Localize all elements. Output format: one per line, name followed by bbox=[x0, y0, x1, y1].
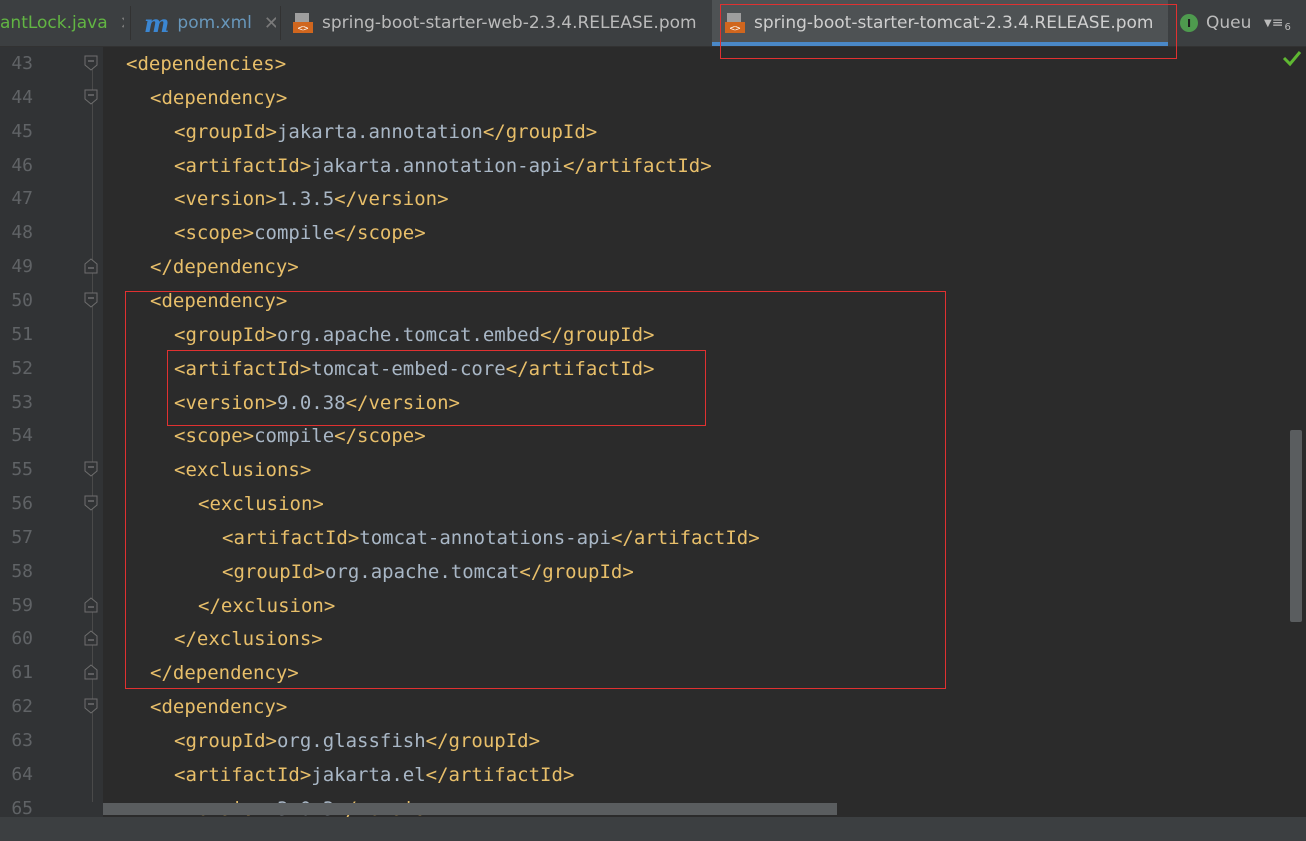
line-number: 61 bbox=[11, 662, 33, 683]
fold-open-icon[interactable] bbox=[84, 89, 98, 105]
code-text: <dependency> bbox=[150, 81, 287, 115]
xml-value: 1.3.5 bbox=[276, 188, 335, 210]
more-tabs-dropdown[interactable]: ▼ ≡ 6 bbox=[1264, 0, 1306, 46]
editor-bottom-strip bbox=[0, 817, 1306, 841]
code-line[interactable]: 63 <groupId>org.glassfish</groupId> bbox=[0, 724, 1306, 758]
tab-label: pom.xml bbox=[177, 13, 252, 33]
line-number: 58 bbox=[11, 561, 33, 582]
close-icon[interactable]: ✕ bbox=[120, 13, 124, 34]
code-line[interactable]: 48 <scope>compile</scope> bbox=[0, 216, 1306, 250]
fold-open-icon[interactable] bbox=[84, 698, 98, 714]
xml-tag: <artifactId> bbox=[174, 155, 312, 177]
xml-value: jakarta.el bbox=[311, 764, 426, 786]
line-number: 62 bbox=[11, 696, 33, 717]
line-number: 52 bbox=[11, 358, 33, 379]
code-text: <artifactId>jakarta.el</artifactId> bbox=[174, 758, 574, 792]
code-line[interactable]: 44 <dependency> bbox=[0, 81, 1306, 115]
vertical-scrollbar-thumb[interactable] bbox=[1290, 430, 1302, 622]
code-text: <artifactId>jakarta.annotation-api</arti… bbox=[174, 149, 712, 183]
line-number: 43 bbox=[11, 53, 33, 74]
code-line[interactable]: 43 <dependencies> bbox=[0, 47, 1306, 81]
line-number: 55 bbox=[11, 459, 33, 480]
fold-open-icon[interactable] bbox=[84, 55, 98, 71]
interface-icon: I bbox=[1180, 14, 1198, 32]
xml-tag: <dependency> bbox=[150, 696, 288, 718]
code-text: <groupId>jakarta.annotation</groupId> bbox=[174, 115, 597, 149]
xml-tag: <dependency> bbox=[150, 87, 288, 109]
code-line[interactable]: 47 <version>1.3.5</version> bbox=[0, 182, 1306, 216]
checkmark-icon bbox=[1282, 51, 1302, 67]
line-number: 63 bbox=[11, 730, 33, 751]
code-text: <scope>compile</scope> bbox=[174, 216, 426, 250]
line-number: 60 bbox=[11, 628, 33, 649]
xml-tag: <groupId> bbox=[174, 730, 277, 752]
fold-close-icon[interactable] bbox=[84, 597, 98, 613]
xml-tag: <dependencies> bbox=[126, 53, 287, 75]
maven-m-icon: m bbox=[144, 8, 170, 38]
fold-open-icon[interactable] bbox=[84, 292, 98, 308]
xml-value: compile bbox=[254, 222, 335, 244]
tab-queue[interactable]: I Queu bbox=[1180, 0, 1252, 46]
tab-label: antLock.java bbox=[0, 13, 108, 33]
xml-value: jakarta.annotation bbox=[276, 121, 483, 143]
line-number: 45 bbox=[11, 121, 33, 142]
xml-file-icon: <> bbox=[292, 12, 314, 34]
code-text: </dependency> bbox=[150, 250, 299, 284]
svg-text:<>: <> bbox=[298, 24, 309, 34]
line-number: 50 bbox=[11, 290, 33, 311]
line-number: 47 bbox=[11, 188, 33, 209]
code-text: <groupId>org.glassfish</groupId> bbox=[174, 724, 540, 758]
xml-tag: </groupId> bbox=[425, 730, 541, 752]
code-line[interactable]: 62 <dependency> bbox=[0, 690, 1306, 724]
xml-value: jakarta.annotation-api bbox=[311, 155, 563, 177]
chevron-down-icon: ▼ bbox=[1264, 17, 1272, 29]
xml-tag: <artifactId> bbox=[174, 764, 312, 786]
fold-close-icon[interactable] bbox=[84, 664, 98, 680]
code-line[interactable]: 46 <artifactId>jakarta.annotation-api</ar… bbox=[0, 149, 1306, 183]
line-number: 49 bbox=[11, 256, 33, 277]
xml-value: org.glassfish bbox=[276, 730, 426, 752]
fold-open-icon[interactable] bbox=[84, 461, 98, 477]
tab-spring-boot-starter-web-pom[interactable]: <> spring-boot-starter-web-2.3.4.RELEASE… bbox=[292, 0, 712, 46]
code-line[interactable]: 45 <groupId>jakarta.annotation</groupId> bbox=[0, 115, 1306, 149]
xml-tag: <version> bbox=[174, 188, 277, 210]
editor-tab-bar: antLock.java ✕ m pom.xml ✕ <> spring-boo… bbox=[0, 0, 1306, 59]
line-number: 64 bbox=[11, 764, 33, 785]
line-number: 57 bbox=[11, 527, 33, 548]
xml-tag: </version> bbox=[334, 188, 449, 210]
xml-tag: <scope> bbox=[174, 222, 255, 244]
code-line[interactable]: 64 <artifactId>jakarta.el</artifactId> bbox=[0, 758, 1306, 792]
xml-tag: <groupId> bbox=[174, 121, 277, 143]
code-text: <dependency> bbox=[150, 690, 287, 724]
line-number: 46 bbox=[11, 155, 33, 176]
code-text: <dependencies> bbox=[126, 47, 286, 81]
code-line[interactable]: 49 </dependency> bbox=[0, 250, 1306, 284]
fold-close-icon[interactable] bbox=[84, 630, 98, 646]
artifact-version-highlight-box bbox=[167, 350, 706, 426]
fold-open-icon[interactable] bbox=[84, 495, 98, 511]
tab-label: spring-boot-starter-web-2.3.4.RELEASE.po… bbox=[322, 13, 697, 33]
fold-close-icon[interactable] bbox=[84, 258, 98, 274]
xml-tag: </artifactId> bbox=[562, 155, 712, 177]
hidden-tab-count: 6 bbox=[1284, 21, 1291, 33]
line-number: 53 bbox=[11, 392, 33, 413]
line-number: 51 bbox=[11, 324, 33, 345]
line-number: 56 bbox=[11, 493, 33, 514]
xml-tag: </artifactId> bbox=[425, 764, 575, 786]
xml-tag: </scope> bbox=[334, 222, 426, 244]
xml-tag: </dependency> bbox=[150, 256, 299, 278]
horizontal-scrollbar-thumb[interactable] bbox=[103, 803, 837, 815]
list-icon: ≡ bbox=[1271, 15, 1284, 31]
line-number: 54 bbox=[11, 425, 33, 446]
xml-tag: </groupId> bbox=[482, 121, 598, 143]
line-number: 59 bbox=[11, 595, 33, 616]
line-number: 48 bbox=[11, 222, 33, 243]
tab-label: Queu bbox=[1206, 13, 1252, 33]
close-icon[interactable]: ✕ bbox=[264, 13, 276, 34]
tab-pom-xml[interactable]: m pom.xml ✕ bbox=[144, 0, 276, 46]
tab-antlock-java[interactable]: antLock.java ✕ bbox=[0, 0, 124, 46]
line-number: 44 bbox=[11, 87, 33, 108]
code-text: <version>1.3.5</version> bbox=[174, 182, 449, 216]
